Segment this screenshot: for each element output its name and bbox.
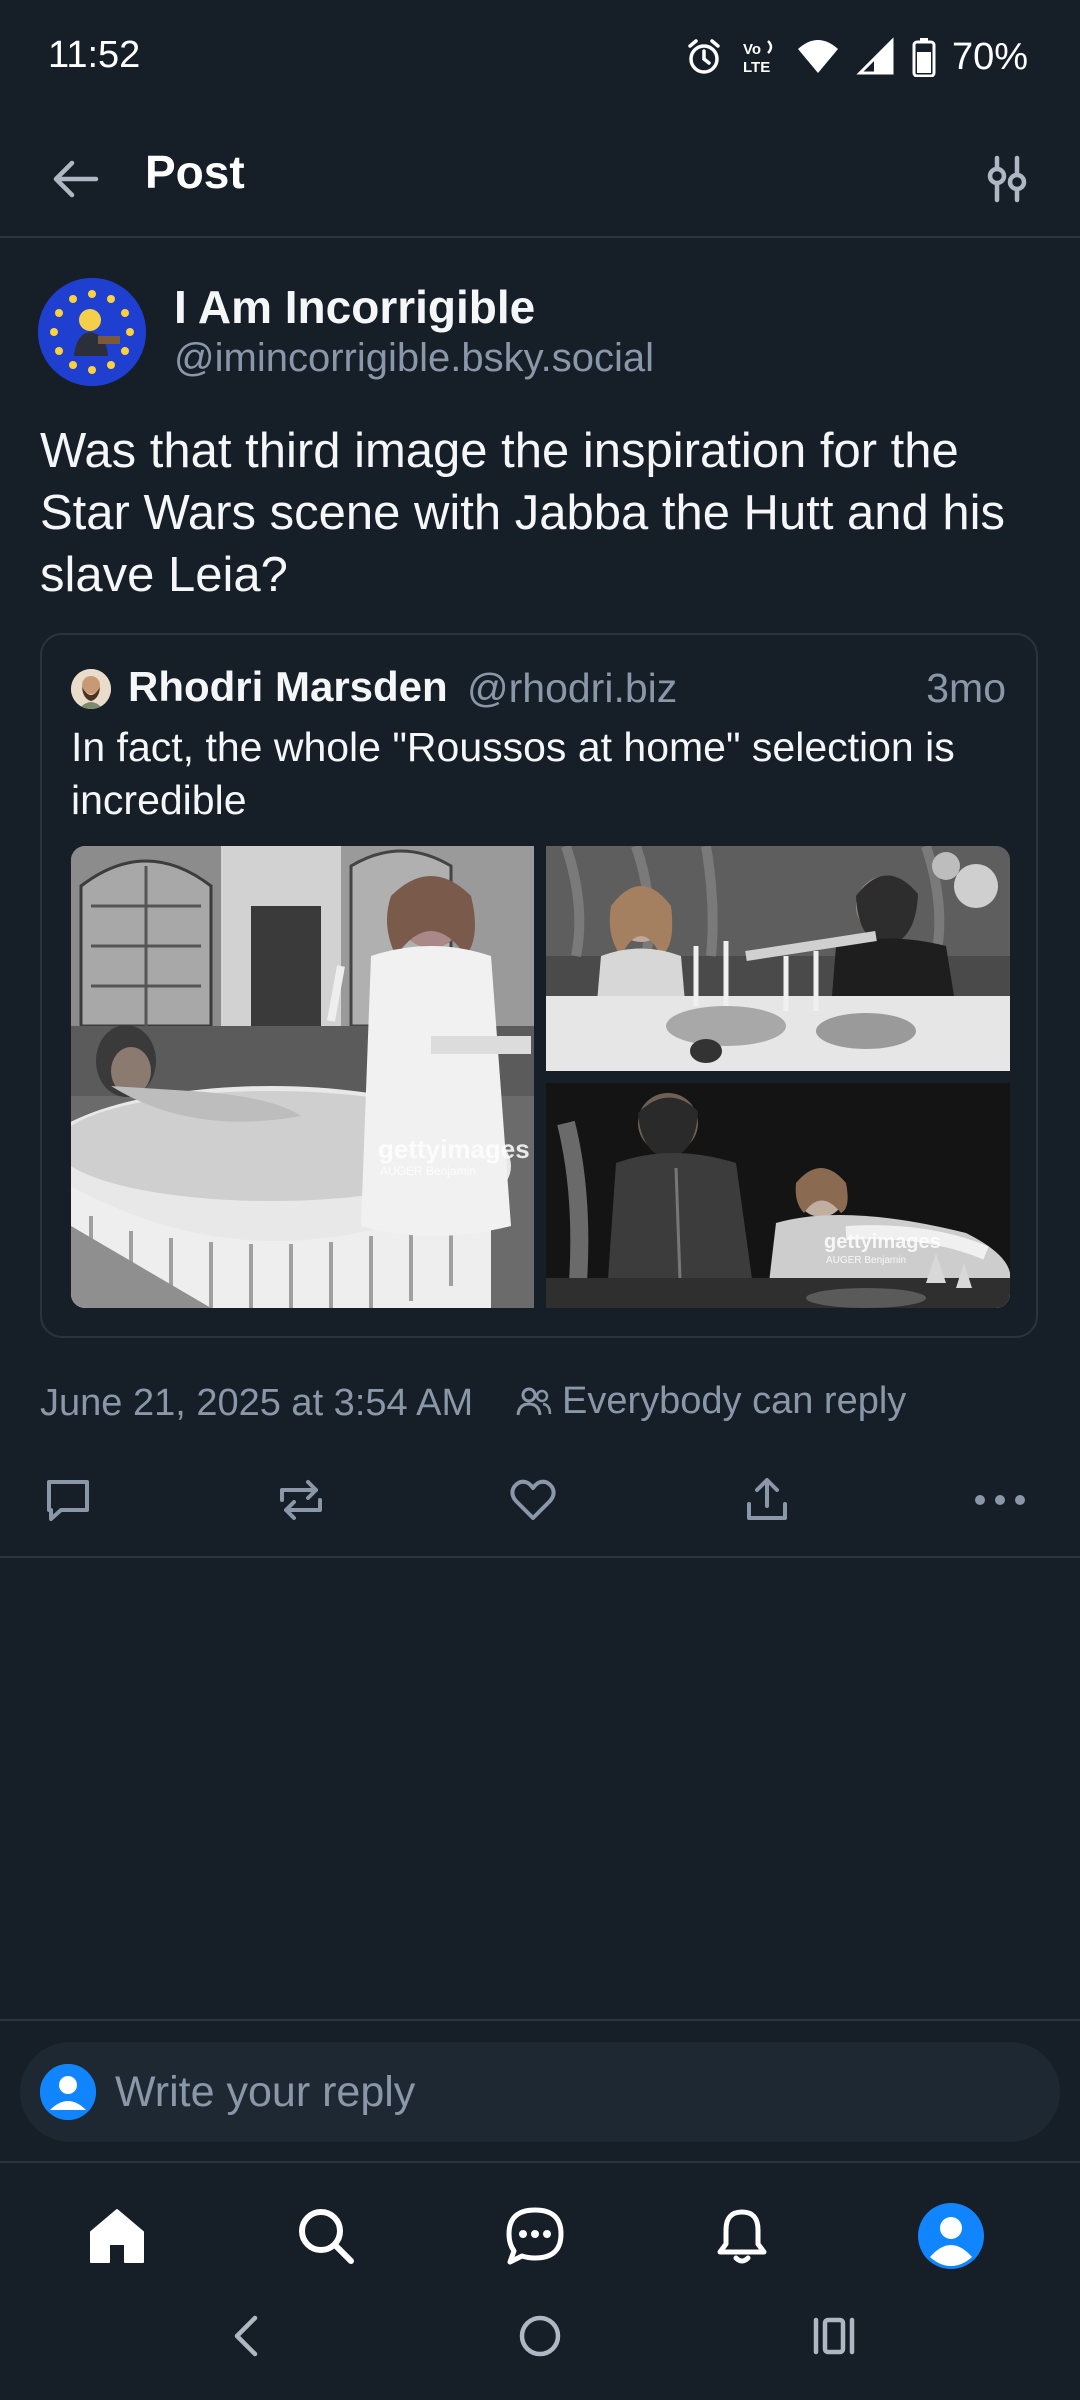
quoted-post-card[interactable]: Rhodri Marsden @rhodri.biz 3mo In fact, …	[40, 633, 1038, 1338]
like-icon	[508, 1476, 558, 1524]
chat-icon	[504, 2206, 566, 2266]
top-bar: Post	[0, 118, 1080, 238]
svg-text:Vo: Vo	[743, 41, 761, 58]
arrow-left-icon	[50, 159, 100, 199]
photo-credit: AUGER Benjamin	[826, 1255, 907, 1266]
quote-image-3[interactable]: gettyimages AUGER Benjamin	[546, 1083, 1010, 1308]
svg-text:LTE: LTE	[743, 59, 770, 76]
divider	[0, 2019, 1080, 2021]
share-icon	[742, 1476, 792, 1524]
nav-search[interactable]	[286, 2196, 366, 2276]
bell-icon	[712, 2206, 772, 2266]
thread-settings-button[interactable]	[974, 146, 1040, 212]
status-time: 11:52	[48, 34, 141, 76]
repost-icon	[276, 1476, 326, 1524]
profile-icon	[918, 2203, 984, 2269]
like-button[interactable]	[501, 1468, 565, 1532]
nav-profile[interactable]	[911, 2196, 991, 2276]
reply-composer[interactable]	[20, 2042, 1060, 2142]
nav-notifications[interactable]	[702, 2196, 782, 2276]
quote-text: In fact, the whole "Roussos at home" sel…	[71, 724, 955, 823]
reply-setting-label: Everybody can reply	[562, 1380, 907, 1422]
photo-credit: AUGER Benjamin	[380, 1164, 477, 1178]
quote-author-handle: @rhodri.biz	[467, 665, 678, 711]
status-bar: 11:52 Vo LTE 70%	[0, 0, 1080, 118]
back-nav-icon	[231, 2314, 261, 2358]
alarm-icon	[684, 37, 724, 77]
reply-input[interactable]	[115, 2042, 1015, 2142]
divider	[0, 1556, 1080, 1558]
share-button[interactable]	[735, 1468, 799, 1532]
quote-image-1[interactable]: gettyimages AUGER Benjamin	[71, 846, 534, 1308]
battery-percentage: 70%	[951, 35, 1028, 78]
battery-icon	[912, 37, 936, 77]
signal-icon	[856, 37, 896, 77]
search-icon	[296, 2206, 356, 2266]
post-timestamp: June 21, 2025 at 3:54 AM	[40, 1382, 474, 1424]
reply-button[interactable]	[36, 1468, 100, 1532]
more-options-button[interactable]	[968, 1468, 1032, 1532]
quote-author-avatar	[71, 669, 111, 709]
author-handle[interactable]: @imincorrigible.bsky.social	[174, 336, 654, 381]
status-icons: Vo LTE 70%	[684, 30, 1028, 84]
user-avatar	[40, 2064, 96, 2120]
system-home-button[interactable]	[500, 2306, 580, 2366]
nav-chat[interactable]	[495, 2196, 575, 2276]
reply-icon	[43, 1476, 93, 1524]
nav-home[interactable]	[77, 2196, 157, 2276]
back-button[interactable]	[44, 148, 106, 210]
author-display-name[interactable]: I Am Incorrigible	[174, 280, 535, 334]
sliders-icon	[985, 154, 1029, 204]
recents-nav-icon	[812, 2316, 856, 2356]
divider	[0, 2161, 1080, 2163]
post-text: Was that third image the inspiration for…	[40, 424, 1006, 602]
volte-icon: Vo LTE	[740, 37, 780, 77]
home-icon	[87, 2206, 147, 2266]
more-icon	[973, 1490, 1027, 1510]
author-avatar[interactable]	[38, 278, 146, 386]
quote-image-2[interactable]	[546, 846, 1010, 1071]
quote-author-name: Rhodri Marsden	[128, 663, 448, 710]
repost-button[interactable]	[269, 1468, 333, 1532]
getty-watermark: gettyimages	[378, 1134, 530, 1164]
reply-setting[interactable]: Everybody can reply	[516, 1380, 906, 1423]
home-nav-icon	[518, 2314, 562, 2358]
system-recents-button[interactable]	[794, 2306, 874, 2366]
people-icon	[516, 1386, 552, 1418]
wifi-icon	[796, 37, 840, 77]
getty-watermark: gettyimages	[824, 1231, 941, 1253]
system-back-button[interactable]	[206, 2306, 286, 2366]
quote-timestamp: 3mo	[926, 665, 1006, 711]
page-title: Post	[145, 146, 245, 198]
